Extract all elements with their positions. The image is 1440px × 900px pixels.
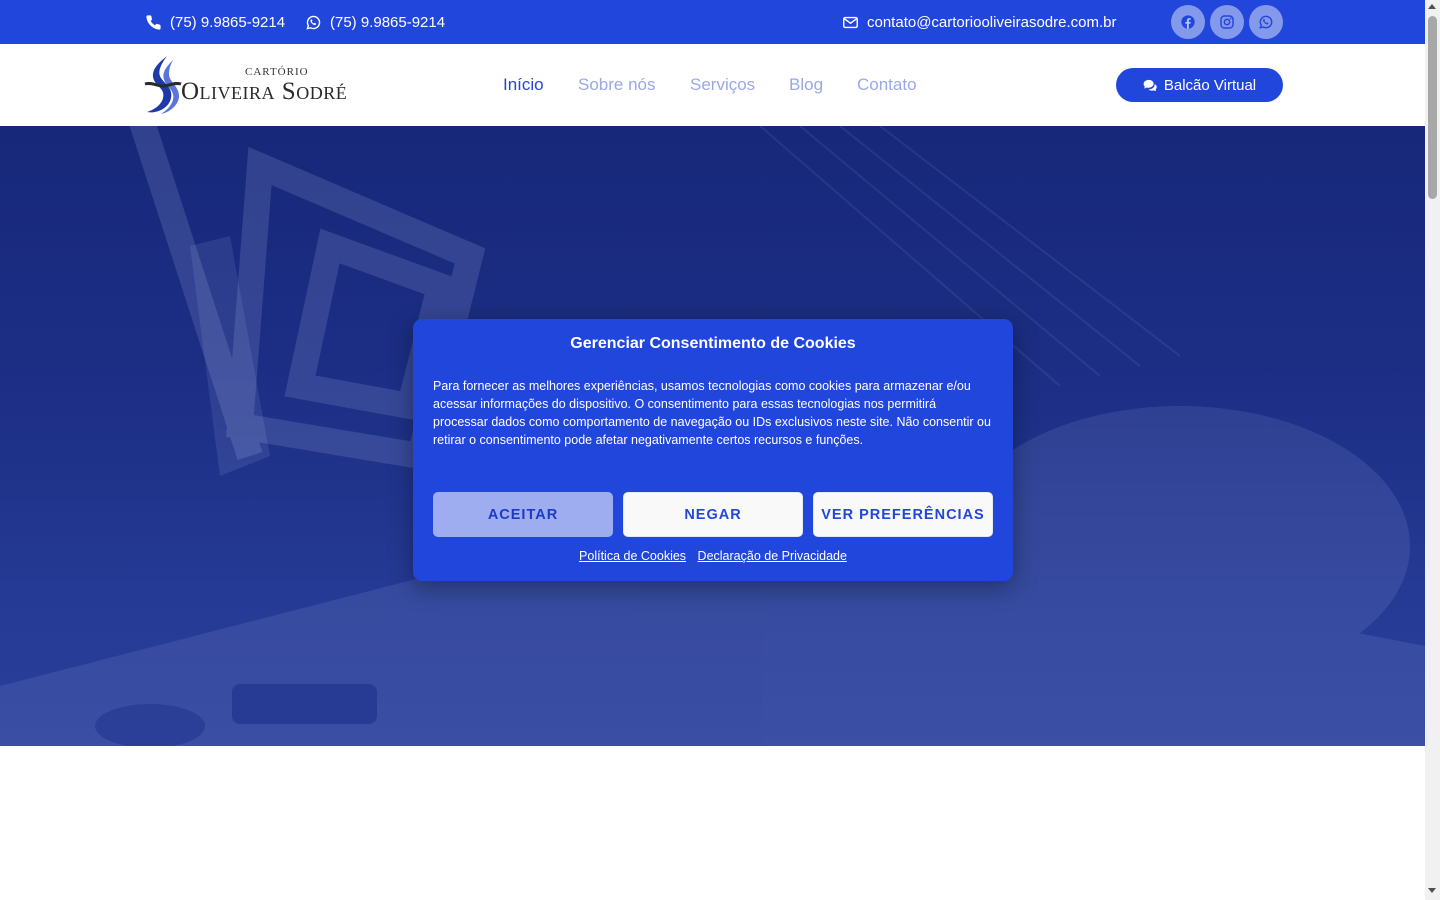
email-link[interactable]: contato@cartoriooliveirasodre.com.br	[842, 0, 1117, 44]
nav-item-inicio[interactable]: Início	[503, 75, 544, 95]
cookie-modal-title: Gerenciar Consentimento de Cookies	[570, 335, 856, 352]
nav-item-sobre-nos[interactable]: Sobre nós	[578, 75, 656, 95]
scrollbar-thumb[interactable]	[1428, 16, 1437, 199]
balcao-virtual-button[interactable]: Balcão Virtual	[1116, 68, 1283, 102]
whatsapp-number: (75) 9.9865-9214	[330, 13, 446, 31]
whatsapp-icon	[306, 15, 321, 29]
cookie-policy-link[interactable]: Política de Cookies	[579, 549, 686, 563]
phone-link[interactable]: (75) 9.9865-9214	[145, 0, 285, 44]
page-scrollbar[interactable]	[1425, 0, 1440, 900]
facebook-button[interactable]	[1171, 5, 1205, 39]
scroll-down-arrow-icon[interactable]	[1428, 888, 1436, 893]
whatsapp-link[interactable]: (75) 9.9865-9214	[305, 0, 445, 44]
whatsapp-button[interactable]	[1249, 5, 1283, 39]
privacy-statement-link[interactable]: Declaração de Privacidade	[698, 549, 847, 563]
balcao-virtual-label: Balcão Virtual	[1163, 76, 1257, 94]
top-bar: (75) 9.9865-9214 (75) 9.9865-9214 contat…	[0, 0, 1425, 44]
page: (75) 9.9865-9214 (75) 9.9865-9214 contat…	[0, 0, 1440, 900]
nav-item-servicos[interactable]: Serviços	[690, 75, 755, 95]
whatsapp-icon	[1259, 15, 1273, 29]
logo-small-text: CARTÓRIO	[245, 66, 309, 78]
logo-big-text: Oliveira Sodré	[181, 78, 348, 105]
deny-cookies-button[interactable]: NEGAR	[623, 492, 803, 537]
cookie-consent-modal: Gerenciar Consentimento de Cookies Para …	[413, 319, 1013, 581]
view-preferences-button[interactable]: VER PREFERÊNCIAS	[813, 492, 993, 537]
envelope-icon	[843, 16, 858, 28]
phone-number: (75) 9.9865-9214	[170, 13, 286, 31]
email-address: contato@cartoriooliveirasodre.com.br	[867, 13, 1117, 31]
chat-bubbles-icon	[1143, 79, 1157, 91]
facebook-icon	[1181, 15, 1195, 29]
scroll-up-arrow-icon[interactable]	[1428, 4, 1436, 9]
nav-item-contato[interactable]: Contato	[857, 75, 917, 95]
cookie-modal-body: Para fornecer as melhores experiências, …	[433, 379, 991, 447]
instagram-icon	[1220, 15, 1234, 29]
site-header: CARTÓRIO Oliveira Sodré Início Sobre nós…	[0, 44, 1425, 126]
logo-mark-icon	[144, 56, 182, 114]
phone-icon	[146, 14, 161, 30]
site-logo[interactable]: CARTÓRIO Oliveira Sodré	[143, 54, 363, 116]
nav-item-blog[interactable]: Blog	[789, 75, 823, 95]
cookie-modal-links: Política de Cookies Declaração de Privac…	[413, 549, 1013, 563]
instagram-button[interactable]	[1210, 5, 1244, 39]
accept-cookies-button[interactable]: ACEITAR	[433, 492, 613, 537]
